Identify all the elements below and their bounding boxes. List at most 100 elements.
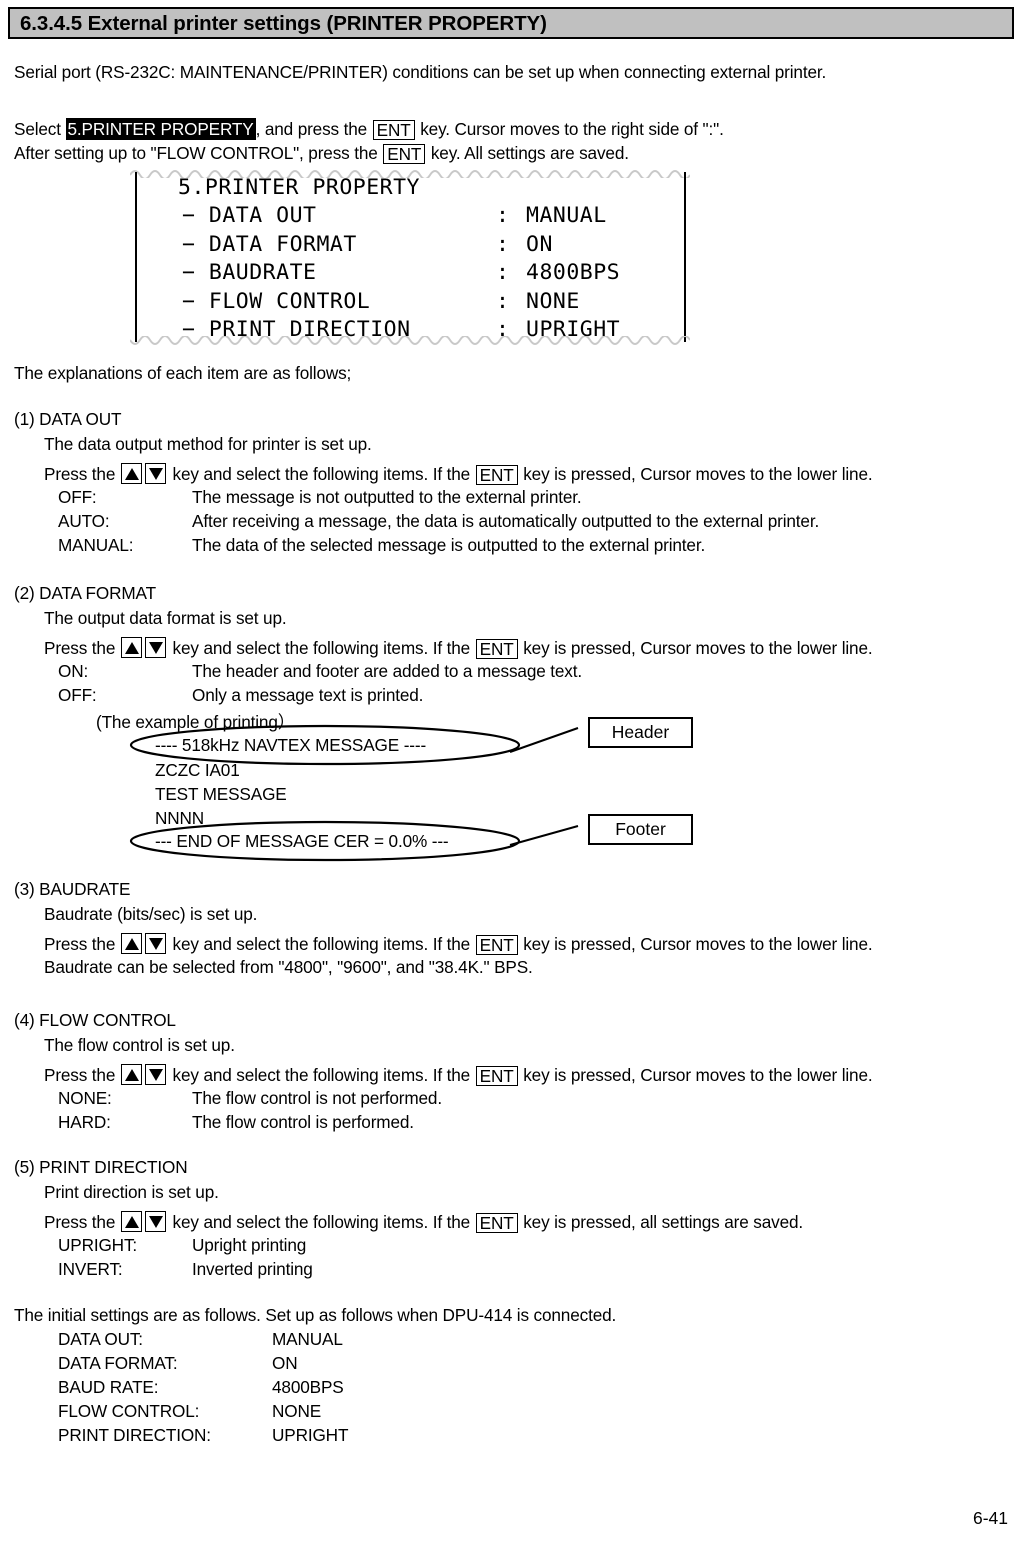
- intro-save-line: After setting up to "FLOW CONTROL", pres…: [14, 143, 629, 164]
- term-off: OFF:: [58, 487, 97, 507]
- ent-key-badge[interactable]: ENT: [475, 935, 518, 955]
- explanations-lead: The explanations of each item are as fol…: [14, 363, 352, 383]
- arrow-down-key-icon[interactable]: [145, 637, 167, 658]
- save-line-suffix: key. All settings are saved.: [426, 143, 629, 163]
- ent-key-badge[interactable]: ENT: [475, 1066, 518, 1086]
- press-middle: key and select the following items. If t…: [167, 1212, 475, 1232]
- press-middle: key and select the following items. If t…: [167, 464, 475, 484]
- press-suffix: key is pressed, Cursor moves to the lowe…: [518, 464, 873, 484]
- initial-setting-name: DATA FORMAT:: [58, 1353, 178, 1373]
- lcd-row-label: − DATA FORMAT: [182, 231, 357, 257]
- desc-invert: Inverted printing: [192, 1259, 313, 1279]
- desc-manual: The data of the selected message is outp…: [192, 535, 706, 555]
- term-off2: OFF:: [58, 685, 97, 705]
- footer-leader-line: [509, 825, 579, 846]
- section-sub-data-out: The data output method for printer is se…: [44, 434, 372, 454]
- baudrate-options-note: Baudrate can be selected from "4800", "9…: [44, 957, 533, 977]
- desc-hard: The flow control is performed.: [192, 1112, 414, 1132]
- initial-setting-value: MANUAL: [272, 1329, 343, 1349]
- lcd-menu-rows: 5.PRINTER PROPERTY − DATA OUT : MANUAL −…: [130, 174, 690, 344]
- lcd-title-text: 5.PRINTER PROPERTY: [178, 175, 420, 200]
- ent-key-badge[interactable]: ENT: [383, 144, 426, 164]
- press-middle: key and select the following items. If t…: [167, 1065, 475, 1085]
- section-sub-flow-control: The flow control is set up.: [44, 1035, 235, 1055]
- ent-key-badge[interactable]: ENT: [475, 465, 518, 485]
- lcd-row-baudrate[interactable]: − BAUDRATE : 4800BPS: [130, 259, 690, 287]
- initial-setting-name: FLOW CONTROL:: [58, 1401, 200, 1421]
- print-example-body-line: TEST MESSAGE: [155, 784, 287, 804]
- press-prefix: Press the: [44, 1212, 120, 1232]
- press-key-sentence: Press the key and select the following i…: [44, 459, 873, 485]
- print-example-body-line: ZCZC IA01: [155, 760, 240, 780]
- intro-select-line: Select 5.PRINTER PROPERTY, and press the…: [14, 118, 724, 140]
- lcd-row-value: NONE: [526, 288, 580, 314]
- section-heading-baudrate: (3) BAUDRATE: [14, 879, 131, 899]
- initial-setting-value: ON: [272, 1353, 298, 1373]
- lcd-menu-panel: 5.PRINTER PROPERTY − DATA OUT : MANUAL −…: [130, 166, 690, 348]
- arrow-down-key-icon[interactable]: [145, 1211, 167, 1232]
- press-middle: key and select the following items. If t…: [167, 638, 475, 658]
- initial-setting-value: NONE: [272, 1401, 322, 1421]
- arrow-up-key-icon[interactable]: [121, 1064, 143, 1085]
- lcd-row-value: 4800BPS: [526, 260, 621, 286]
- press-prefix: Press the: [44, 638, 120, 658]
- print-example-header-line: ---- 518kHz NAVTEX MESSAGE ----: [155, 735, 427, 755]
- arrow-up-key-icon[interactable]: [121, 463, 143, 484]
- press-suffix: key is pressed, Cursor moves to the lowe…: [518, 638, 873, 658]
- page-title: 6.3.4.5 External printer settings (PRINT…: [20, 12, 547, 35]
- lcd-row-data-format[interactable]: − DATA FORMAT : ON: [130, 231, 690, 259]
- press-middle: key and select the following items. If t…: [167, 934, 475, 954]
- initial-settings-lead: The initial settings are as follows. Set…: [14, 1305, 617, 1325]
- select-suffix-b: key. Cursor moves to the right side of "…: [415, 119, 724, 139]
- lcd-row-flow-control[interactable]: − FLOW CONTROL : NONE: [130, 288, 690, 316]
- lcd-row-value: ON: [526, 231, 553, 257]
- ent-key-badge[interactable]: ENT: [475, 1213, 518, 1233]
- press-suffix: key is pressed, all settings are saved.: [518, 1212, 804, 1232]
- initial-setting-value: 4800BPS: [272, 1377, 344, 1397]
- lcd-row-label: − DATA OUT: [182, 203, 317, 229]
- print-example-caption: (The example of printing）: [96, 712, 295, 732]
- initial-setting-name: DATA OUT:: [58, 1329, 143, 1349]
- menu-item-printer-property-highlight[interactable]: 5.PRINTER PROPERTY: [65, 118, 256, 140]
- press-key-sentence: Press the key and select the following i…: [44, 1060, 873, 1086]
- section-heading-flow-control: (4) FLOW CONTROL: [14, 1010, 176, 1030]
- lcd-row-colon: :: [496, 231, 510, 257]
- lcd-row-colon: :: [496, 203, 510, 229]
- term-hard: HARD:: [58, 1112, 111, 1132]
- lcd-title-row: 5.PRINTER PROPERTY: [130, 174, 690, 202]
- arrow-up-key-icon[interactable]: [121, 1211, 143, 1232]
- desc-off2: Only a message text is printed.: [192, 685, 424, 705]
- arrow-up-key-icon[interactable]: [121, 637, 143, 658]
- press-key-sentence: Press the key and select the following i…: [44, 929, 873, 955]
- desc-none: The flow control is not performed.: [192, 1088, 442, 1108]
- ent-key-badge[interactable]: ENT: [372, 120, 415, 140]
- lcd-row-label: − BAUDRATE: [182, 260, 317, 286]
- select-prefix: Select: [14, 119, 66, 139]
- press-suffix: key is pressed, Cursor moves to the lowe…: [518, 934, 873, 954]
- arrow-down-key-icon[interactable]: [145, 1064, 167, 1085]
- initial-setting-name: PRINT DIRECTION:: [58, 1425, 211, 1445]
- press-key-sentence: Press the key and select the following i…: [44, 1207, 803, 1233]
- header-leader-line: [509, 727, 579, 753]
- term-manual: MANUAL:: [58, 535, 134, 555]
- arrow-up-key-icon[interactable]: [121, 933, 143, 954]
- intro-line-1: Serial port (RS-232C: MAINTENANCE/PRINTE…: [14, 62, 827, 82]
- press-key-sentence: Press the key and select the following i…: [44, 633, 873, 659]
- ent-key-badge[interactable]: ENT: [475, 639, 518, 659]
- select-suffix-a: , and press the: [255, 119, 372, 139]
- arrow-down-key-icon[interactable]: [145, 933, 167, 954]
- print-example-footer-line: --- END OF MESSAGE CER = 0.0% ---: [155, 831, 449, 851]
- term-auto: AUTO:: [58, 511, 110, 531]
- print-example-body-line: NNNN: [155, 808, 205, 828]
- section-sub-print-direction: Print direction is set up.: [44, 1182, 219, 1202]
- term-upright: UPRIGHT:: [58, 1235, 138, 1255]
- section-heading-data-out: (1) DATA OUT: [14, 409, 122, 429]
- section-heading-data-format: (2) DATA FORMAT: [14, 583, 156, 603]
- initial-setting-value: UPRIGHT: [272, 1425, 349, 1445]
- section-sub-data-format: The output data format is set up.: [44, 608, 287, 628]
- lcd-row-label: − FLOW CONTROL: [182, 288, 371, 314]
- lcd-row-data-out[interactable]: − DATA OUT : MANUAL: [130, 202, 690, 230]
- term-none: NONE:: [58, 1088, 112, 1108]
- arrow-down-key-icon[interactable]: [145, 463, 167, 484]
- lcd-row-colon: :: [496, 260, 510, 286]
